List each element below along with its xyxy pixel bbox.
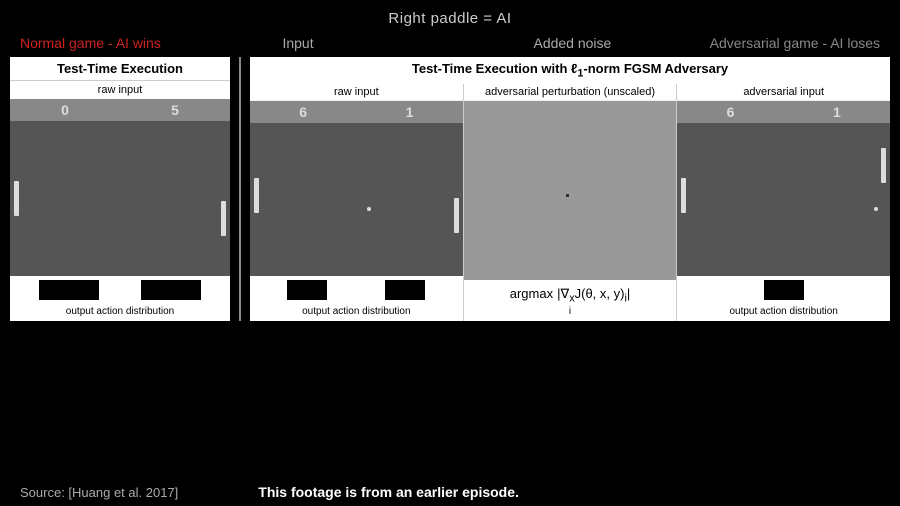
- source-text: Source: [Huang et al. 2017]: [20, 485, 178, 500]
- right-panel-inner: raw input 6 1 output action distribution: [250, 84, 890, 321]
- left-action-bar-1: [39, 280, 99, 300]
- right-col1-label: raw input: [250, 84, 463, 101]
- left-score-bar: 0 5: [10, 99, 230, 121]
- right-col3-score-r: 1: [833, 104, 841, 120]
- left-game-screen: [10, 121, 230, 276]
- right-col3-score-l: 6: [727, 104, 735, 120]
- right-panel-title-text: Test-Time Execution with ℓ1-norm FGSM Ad…: [412, 61, 728, 76]
- right-panel-title: Test-Time Execution with ℓ1-norm FGSM Ad…: [250, 57, 890, 84]
- bottom-bar: Source: [Huang et al. 2017] This footage…: [0, 478, 900, 506]
- adversarial-label: Adversarial game - AI loses: [710, 35, 880, 51]
- noise-label: Added noise: [435, 35, 709, 51]
- formula-body: |∇xJ(θ, x, y)i|: [557, 286, 630, 305]
- right-col1-bar-1: [287, 280, 327, 300]
- right-col1-score: 6 1: [250, 101, 463, 123]
- right-col1-score-r: 1: [406, 104, 414, 120]
- section-labels-row: Normal game - AI wins Input Added noise …: [0, 27, 900, 55]
- right-col3-paddle-l: [681, 178, 686, 213]
- right-col3-score: 6 1: [677, 101, 890, 123]
- right-col2-screen: [464, 101, 677, 281]
- right-col-1: raw input 6 1 output action distribution: [250, 84, 464, 321]
- right-col-3: adversarial input 6 1 output action dist…: [677, 84, 890, 321]
- right-col1-paddle-r: [454, 198, 459, 233]
- formula-row: argmax |∇xJ(θ, x, y)i|: [510, 286, 631, 305]
- left-action-bar-2: [141, 280, 201, 300]
- left-panel-title: Test-Time Execution: [10, 57, 230, 81]
- right-col1-ball: [367, 207, 371, 211]
- top-label-text: Right paddle = AI: [388, 10, 511, 27]
- top-label: Right paddle = AI: [0, 0, 900, 27]
- right-col3-label: adversarial input: [677, 84, 890, 101]
- left-paddle-left: [14, 181, 19, 216]
- right-col3-action-dist: [677, 276, 890, 304]
- right-col2-label: adversarial perturbation (unscaled): [464, 84, 677, 101]
- right-col1-action-dist: [250, 276, 463, 304]
- right-col-2: adversarial perturbation (unscaled) argm…: [464, 84, 678, 321]
- right-col3-paddle-r: [881, 148, 886, 183]
- right-col2-formula: argmax |∇xJ(θ, x, y)i| i: [464, 280, 677, 321]
- right-col1-score-l: 6: [299, 104, 307, 120]
- left-panel: Test-Time Execution raw input 0 5 output…: [10, 57, 230, 321]
- right-col3-bar-1: [764, 280, 804, 300]
- right-col1-action-label: output action distribution: [250, 304, 463, 321]
- normal-game-label: Normal game - AI wins: [20, 35, 161, 51]
- right-col1-screen: [250, 123, 463, 276]
- left-action-label: output action distribution: [10, 304, 230, 321]
- right-col3-screen: [677, 123, 890, 276]
- episode-text: This footage is from an earlier episode.: [258, 484, 519, 500]
- left-paddle-right: [221, 201, 226, 236]
- noise-dot: [566, 194, 569, 197]
- left-action-dist: [10, 276, 230, 304]
- formula-argmax: argmax: [510, 286, 553, 301]
- right-col3-action-label: output action distribution: [677, 304, 890, 321]
- right-panel: Test-Time Execution with ℓ1-norm FGSM Ad…: [250, 57, 890, 321]
- separator-1: [239, 57, 241, 321]
- right-col1-bar-2: [385, 280, 425, 300]
- right-col1-paddle-l: [254, 178, 259, 213]
- left-score-left: 0: [61, 102, 69, 118]
- formula-subscript: i: [569, 306, 571, 317]
- right-col3-ball: [874, 207, 878, 211]
- main-content: Test-Time Execution raw input 0 5 output…: [10, 57, 890, 321]
- input-label: Input: [161, 35, 435, 51]
- left-score-right: 5: [171, 102, 179, 118]
- left-panel-sub: raw input: [10, 81, 230, 99]
